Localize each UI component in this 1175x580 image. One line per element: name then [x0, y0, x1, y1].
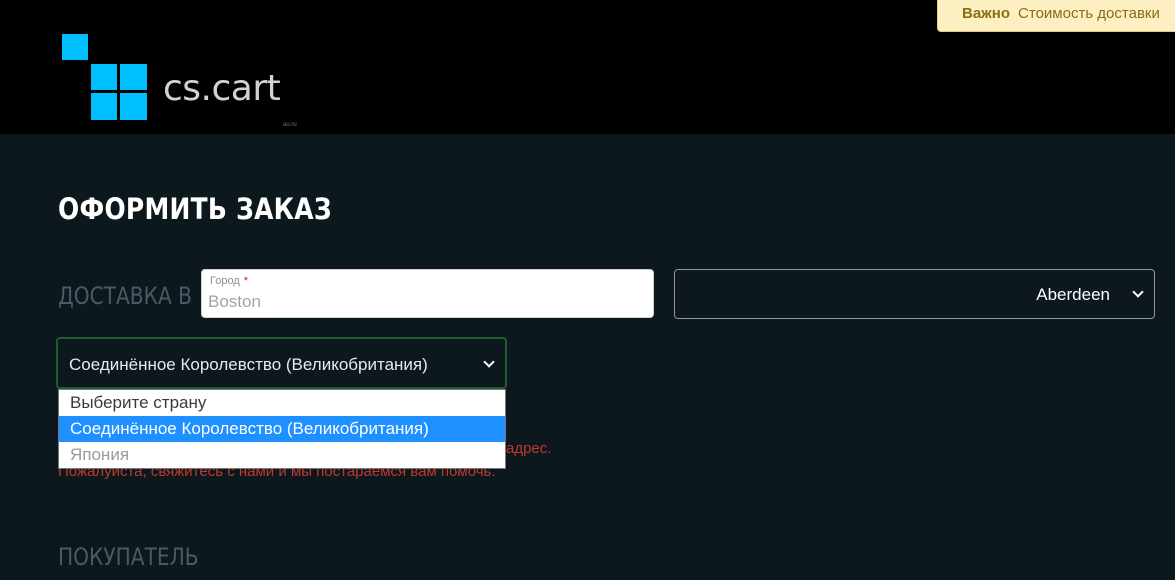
- logo-square: [62, 34, 88, 60]
- city-field[interactable]: Город *: [201, 269, 654, 318]
- country-select[interactable]: Соединённое Королевство (Великобритания): [56, 337, 507, 389]
- country-option[interactable]: Япония: [59, 442, 505, 468]
- header: cs.cart au.ru Важно Стоимость доставки: [0, 0, 1175, 134]
- logo-square: [91, 93, 117, 120]
- logo-text: cs.cart: [163, 68, 281, 109]
- city-label: Город *: [210, 275, 249, 287]
- logo[interactable]: cs.cart au.ru: [62, 34, 322, 134]
- important-notice[interactable]: Важно Стоимость доставки: [937, 0, 1175, 32]
- notice-text: Стоимость доставки: [1018, 5, 1160, 22]
- required-mark: *: [243, 275, 249, 287]
- logo-subtext: au.ru: [283, 122, 297, 128]
- state-select[interactable]: Aberdeen: [674, 269, 1155, 319]
- logo-square: [91, 64, 117, 90]
- notice-label: Важно: [962, 5, 1011, 22]
- country-dropdown-list: Выберите страну Соединённое Королевство …: [58, 389, 506, 469]
- chevron-down-icon: [483, 356, 495, 368]
- country-option[interactable]: Выберите страну: [59, 390, 505, 416]
- page-title: ОФОРМИТЬ ЗАКАЗ: [58, 192, 332, 226]
- city-input[interactable]: [208, 290, 638, 314]
- country-option-selected[interactable]: Соединённое Королевство (Великобритания): [59, 416, 505, 442]
- shipping-section-label: ДОСТАВКА В: [58, 282, 192, 310]
- error-message-tail: адрес.: [506, 440, 552, 457]
- logo-square: [120, 93, 147, 120]
- state-select-value: Aberdeen: [1036, 285, 1110, 304]
- logo-square: [120, 64, 147, 90]
- country-select-value: Соединённое Королевство (Великобритания): [69, 355, 428, 374]
- customer-section-label: ПОКУПАТЕЛЬ: [58, 543, 199, 571]
- chevron-down-icon: [1132, 286, 1144, 298]
